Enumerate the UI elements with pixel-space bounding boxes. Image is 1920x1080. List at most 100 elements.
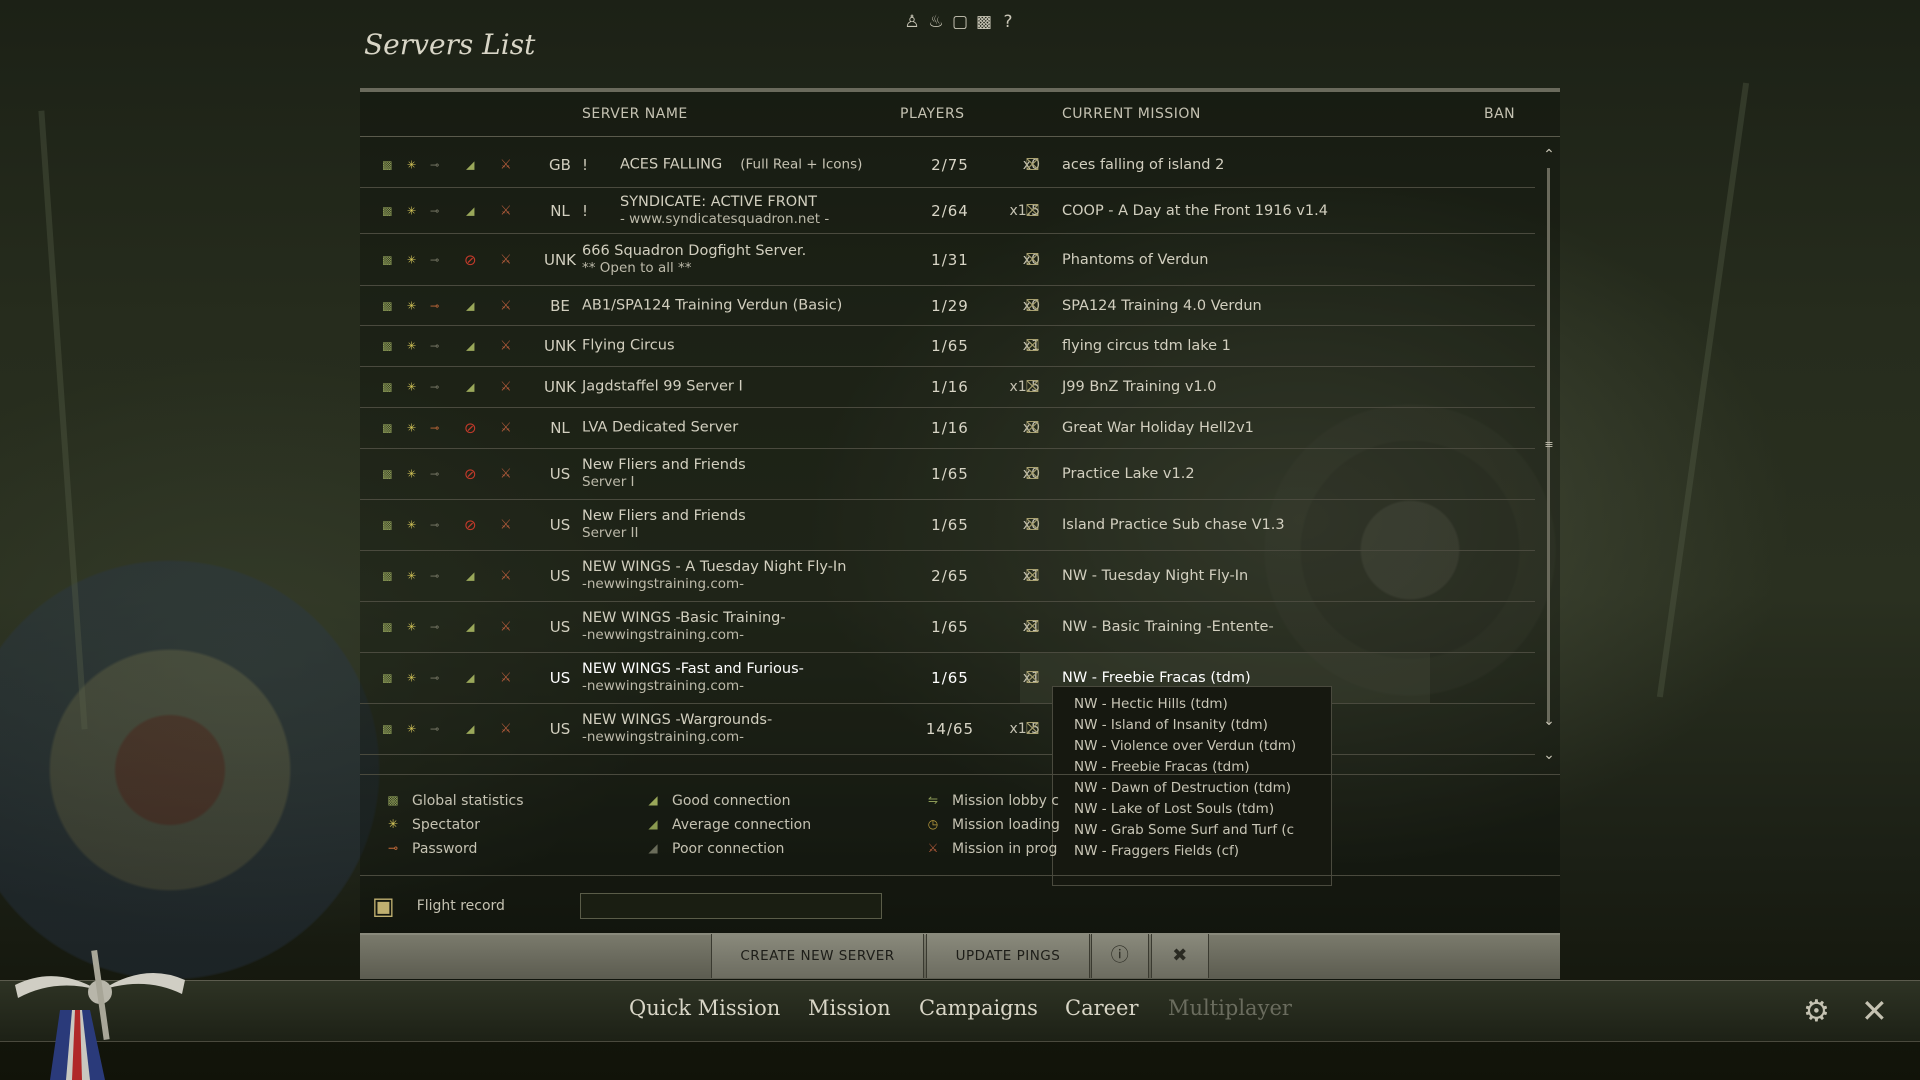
table-row[interactable]: ▩ ✳ ⊸ ◢ ⚔ US NEW WINGS -Fast and Furious- -neww…	[360, 653, 1535, 704]
spectator-icon[interactable]: ✳	[407, 422, 416, 435]
current-mission[interactable]: flying circus tdm lake 1	[1062, 338, 1231, 354]
stats-icon[interactable]: ▩	[382, 723, 392, 736]
table-row[interactable]: ▩ ✳ ⊸ ◢ ⚔ UNK Jagdstaffel 99 Server I 1/16 x1.5 ⛝…	[360, 367, 1535, 408]
profile-icon[interactable]: ♙	[902, 12, 922, 32]
rank-icon[interactable]: ♨	[926, 12, 946, 32]
nav-campaigns[interactable]: Campaigns	[919, 996, 1038, 1020]
help-button[interactable]: ⓘ	[1091, 934, 1149, 978]
dropdown-option[interactable]: NW - Hectic Hills (tdm)	[1074, 694, 1331, 715]
stats-icon[interactable]: ▩	[382, 468, 392, 481]
stats-icon[interactable]: ▩	[382, 299, 392, 312]
table-row[interactable]: ▩ ✳ ⊸ ◢ ⚔ UNK Flying Circus 1/65 x1 ⛝ flying circu…	[360, 326, 1535, 367]
trophy-icon[interactable]: ⛝	[1026, 377, 1039, 397]
spectator-icon[interactable]: ✳	[407, 672, 416, 685]
stats-icon[interactable]: ▩	[382, 253, 392, 266]
current-mission[interactable]: Island Practice Sub chase V1.3	[1062, 517, 1285, 533]
trophy-icon[interactable]: ⛝	[1026, 250, 1039, 270]
spectator-icon[interactable]: ✳	[407, 723, 416, 736]
signal-icon: ◢	[466, 204, 475, 217]
spectator-icon[interactable]: ✳	[407, 340, 416, 353]
current-mission[interactable]: NW - Basic Training -Entente-	[1062, 619, 1274, 635]
column-players[interactable]: PLAYERS	[900, 106, 965, 122]
stats-icon[interactable]: ▩	[382, 204, 392, 217]
stats-icon[interactable]: ▩	[382, 158, 392, 171]
trophy-icon[interactable]: ⛝	[1026, 336, 1039, 356]
stats-icon[interactable]: ▩	[382, 621, 392, 634]
trophy-icon[interactable]: ⛝	[1026, 464, 1039, 484]
stats-icon[interactable]: ▩	[382, 519, 392, 532]
table-row[interactable]: ▩ ✳ ⊸ ⊘ ⚔ US New Fliers and Friends Server I 1/6…	[360, 449, 1535, 500]
close-icon[interactable]: ✕	[1861, 992, 1888, 1030]
table-row[interactable]: ▩ ✳ ⊸ ⊘ ⚔ US New Fliers and Friends Server II 1/…	[360, 500, 1535, 551]
trophy-icon[interactable]: ⛝	[1026, 719, 1039, 739]
spectator-icon[interactable]: ✳	[407, 570, 416, 583]
settings-gear-icon[interactable]: ⚙	[1803, 994, 1830, 1029]
table-row[interactable]: ▩ ✳ ⊸ ◢ ⚔ US NEW WINGS -Wargrounds- -newwingstr…	[360, 704, 1535, 755]
scroll-thumb[interactable]: ≡	[1540, 436, 1558, 454]
scroll-top-icon[interactable]: ⌃	[1540, 146, 1558, 164]
stats-icon[interactable]: ▩	[382, 340, 392, 353]
dropdown-option[interactable]: NW - Violence over Verdun (tdm)	[1074, 736, 1331, 757]
current-mission[interactable]: J99 BnZ Training v1.0	[1062, 379, 1216, 395]
table-row[interactable]: ▩ ✳ ⊸ ◢ ⚔ GB! ACES FALLING (Full Real + Icons) 2…	[360, 142, 1535, 188]
current-mission[interactable]: Phantoms of Verdun	[1062, 252, 1208, 268]
current-mission[interactable]: NW - Tuesday Night Fly-In	[1062, 568, 1248, 584]
column-server-name[interactable]: SERVER NAME	[582, 106, 688, 122]
trophy-icon[interactable]: ⛝	[1026, 296, 1039, 316]
nav-career[interactable]: Career	[1065, 996, 1139, 1020]
server-name-line1: Flying Circus	[582, 337, 675, 354]
spectator-icon[interactable]: ✳	[407, 158, 416, 171]
table-row[interactable]: ▩ ✳ ⊸ ◢ ⚔ NL! SYNDICATE: ACTIVE FRONT - www.syn…	[360, 188, 1535, 234]
current-mission[interactable]: Practice Lake v1.2	[1062, 466, 1195, 482]
server-country: US	[549, 720, 571, 738]
table-row[interactable]: ▩ ✳ ⊸ ◢ ⚔ BE AB1/SPA124 Training Verdun (Basic…	[360, 286, 1535, 326]
camera-icon[interactable]: ▣	[372, 892, 395, 920]
column-current-mission[interactable]: CURRENT MISSION	[1062, 106, 1201, 122]
spectator-icon[interactable]: ✳	[407, 381, 416, 394]
spectator-icon[interactable]: ✳	[407, 519, 416, 532]
scroll-bottom-icon[interactable]: ⌄	[1540, 746, 1558, 764]
create-new-server-button[interactable]: CREATE NEW SERVER	[711, 934, 924, 978]
book-icon[interactable]: ▢	[950, 12, 970, 32]
trophy-icon[interactable]: ⛝	[1026, 566, 1039, 586]
tools-button[interactable]: ✖	[1151, 934, 1209, 978]
spectator-icon[interactable]: ✳	[407, 204, 416, 217]
scroll-down-icon[interactable]: ⌄	[1540, 712, 1558, 730]
trophy-icon[interactable]: ⛝	[1026, 515, 1039, 535]
trophy-icon[interactable]: ⛝	[1026, 201, 1039, 221]
stats-icon[interactable]: ▩	[382, 422, 392, 435]
column-ban[interactable]: BAN	[1484, 106, 1515, 122]
spectator-icon[interactable]: ✳	[407, 253, 416, 266]
server-country: US	[549, 465, 571, 483]
flight-record-input[interactable]	[580, 893, 882, 919]
server-name: NEW WINGS -Wargrounds- -newwingstraining.…	[582, 712, 772, 746]
dropdown-option[interactable]: NW - Island of Insanity (tdm)	[1074, 715, 1331, 736]
current-mission[interactable]: SPA124 Training 4.0 Verdun	[1062, 298, 1262, 314]
update-pings-button[interactable]: UPDATE PINGS	[926, 934, 1090, 978]
trophy-icon[interactable]: ⛝	[1026, 617, 1039, 637]
current-mission[interactable]: Great War Holiday Hell2v1	[1062, 420, 1254, 436]
table-row[interactable]: ▩ ✳ ⊸ ⊘ ⚔ NL LVA Dedicated Server 1/16 x0 ⛝ Great …	[360, 408, 1535, 449]
nav-quick-mission[interactable]: Quick Mission	[629, 996, 780, 1020]
trophy-icon[interactable]: ⛝	[1026, 668, 1039, 688]
help-icon[interactable]: ?	[998, 12, 1018, 32]
table-row[interactable]: ▩ ✳ ⊸ ⊘ ⚔ UNK 666 Squadron Dogfight Server. ** …	[360, 234, 1535, 286]
table-row[interactable]: ▩ ✳ ⊸ ◢ ⚔ US NEW WINGS -Basic Training- -newwin…	[360, 602, 1535, 653]
nav-multiplayer[interactable]: Multiplayer	[1168, 996, 1292, 1020]
nav-mission[interactable]: Mission	[808, 996, 891, 1020]
current-mission[interactable]: NW - Freebie Fracas (tdm)	[1062, 670, 1251, 686]
current-mission[interactable]: aces falling of island 2	[1062, 157, 1224, 173]
stats-icon[interactable]: ▩	[382, 570, 392, 583]
table-row[interactable]: ▩ ✳ ⊸ ◢ ⚔ US NEW WINGS - A Tuesday Night Fly-I…	[360, 551, 1535, 602]
spectator-icon[interactable]: ✳	[407, 299, 416, 312]
spectator-icon[interactable]: ✳	[407, 468, 416, 481]
spectator-icon[interactable]: ✳	[407, 621, 416, 634]
current-mission[interactable]: COOP - A Day at the Front 1916 v1.4	[1062, 203, 1328, 219]
trophy-icon[interactable]: ⛝	[1026, 418, 1039, 438]
trophy-icon[interactable]: ⛝	[1026, 155, 1039, 175]
stats-icon[interactable]: ▩	[382, 672, 392, 685]
server-list-scrollbar[interactable]: ⌃ ≡ ⌄ ⌄	[1540, 146, 1558, 766]
film-icon[interactable]: ▩	[974, 12, 994, 32]
stats-icon[interactable]: ▩	[382, 381, 392, 394]
server-country: NL	[550, 419, 570, 437]
